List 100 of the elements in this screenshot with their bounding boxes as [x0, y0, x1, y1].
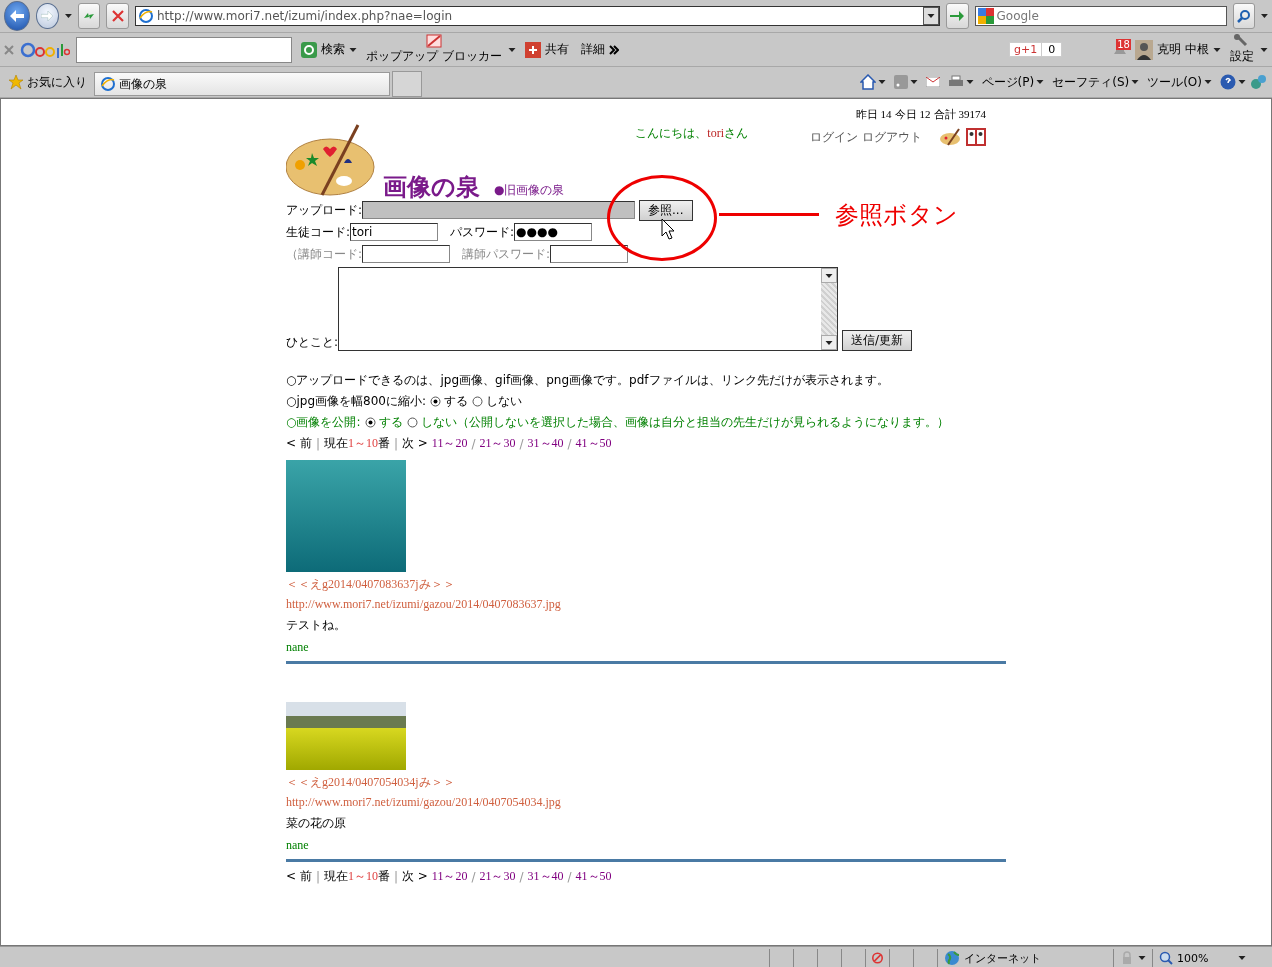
- greeting-text: こんにちは、toriさん: [635, 125, 749, 142]
- old-site-link[interactable]: ●旧画像の泉: [494, 182, 565, 199]
- search-field[interactable]: Google: [974, 6, 1227, 26]
- arrow-icon: [950, 10, 965, 22]
- separator: /: [567, 436, 572, 451]
- forward-button[interactable]: [36, 3, 59, 29]
- teacher-password-field[interactable]: [550, 245, 629, 263]
- popup-blocker-button[interactable]: ポップアップ ブロッカー: [366, 34, 502, 65]
- zoom-icon: [1159, 951, 1173, 965]
- image-url-link[interactable]: http://www.mori7.net/izumi/gazou/2014/0407054034.jpg: [286, 795, 1006, 810]
- radio-option[interactable]: しない（公開しないを選択した場合、画像は自分と担当の先生だけが見られるようになります。）: [406, 415, 949, 430]
- field-label: パスワード:: [450, 223, 515, 241]
- page-icon: [138, 9, 153, 23]
- submit-button[interactable]: 送信/更新: [842, 330, 913, 351]
- auth-link[interactable]: ログアウト: [862, 128, 922, 146]
- more-button[interactable]: 詳細: [577, 39, 622, 60]
- address-bar[interactable]: http://www.mori7.net/izumi/index.php?nae=login: [134, 6, 940, 26]
- search-icon: [1236, 9, 1251, 23]
- page-link[interactable]: 11～20: [431, 868, 468, 885]
- search-button[interactable]: 検索: [298, 39, 360, 60]
- search-button[interactable]: [1232, 3, 1256, 29]
- caret-icon: [1131, 80, 1140, 84]
- student-code-field[interactable]: tori: [350, 223, 439, 241]
- previous-link[interactable]: < 前: [286, 435, 312, 452]
- account-button[interactable]: 克明 中根: [1132, 37, 1224, 62]
- caret-icon: [349, 47, 357, 52]
- mail-icon: [925, 77, 940, 87]
- separator: /: [519, 869, 524, 884]
- separator: /: [471, 869, 476, 884]
- plus-icon: [524, 41, 541, 58]
- refresh-button[interactable]: [77, 3, 101, 29]
- browse-button[interactable]: 参照...: [639, 199, 693, 221]
- field-label: 講師パスワード:: [462, 245, 551, 263]
- people-icon[interactable]: [966, 128, 986, 146]
- avatar-icon: [1135, 39, 1154, 60]
- next-link[interactable]: 次 >: [401, 435, 428, 452]
- settings-button[interactable]: 設定: [1230, 34, 1254, 65]
- notification-button[interactable]: 18: [1114, 42, 1127, 57]
- page-link[interactable]: 21～30: [479, 868, 516, 885]
- go-button[interactable]: [945, 3, 969, 29]
- page-link[interactable]: 21～30: [479, 435, 516, 452]
- option-label: ○画像を公開:: [286, 415, 361, 430]
- command-menu[interactable]: ページ(P): [977, 73, 1049, 91]
- separator: |: [393, 436, 398, 451]
- page-link[interactable]: 31～40: [527, 868, 564, 885]
- image-title-link[interactable]: ＜＜えg2014/0407054034jみ＞＞: [286, 774, 1006, 791]
- caret-icon: [1260, 47, 1268, 52]
- field-label: アップロード:: [286, 201, 363, 219]
- stop-button[interactable]: [106, 3, 129, 29]
- scroll-up-icon: [825, 273, 834, 278]
- zoom-button[interactable]: 100%: [1152, 949, 1252, 967]
- home-icon: [859, 74, 876, 90]
- radio-option[interactable]: しない: [472, 394, 522, 409]
- separator: |: [315, 869, 320, 884]
- blocked-window-icon: [425, 34, 442, 48]
- previous-link[interactable]: < 前: [286, 868, 312, 885]
- separator: /: [519, 436, 524, 451]
- image-url-link[interactable]: http://www.mori7.net/izumi/gazou/2014/0407083637.jpg: [286, 597, 1006, 612]
- comment-field[interactable]: [338, 267, 839, 351]
- image-title-link[interactable]: ＜＜えg2014/0407083637jみ＞＞: [286, 576, 1006, 593]
- caret-icon: [877, 80, 886, 84]
- teacher-code-field[interactable]: [362, 245, 451, 263]
- browser-tab[interactable]: 画像の泉: [94, 72, 390, 96]
- caret-icon: [1204, 80, 1212, 84]
- upload-field[interactable]: [362, 201, 636, 219]
- scroll-down-icon: [825, 340, 834, 345]
- google-search-field[interactable]: [76, 36, 292, 63]
- caret-icon: [1238, 956, 1246, 960]
- separator: |: [315, 436, 320, 451]
- dropdown-caret-icon: [64, 14, 72, 18]
- field-label: 生徒コード:: [286, 223, 351, 241]
- share-button[interactable]: 共有: [521, 39, 572, 60]
- notice-text: ○アップロードできるのは、jpg画像、gif画像、png画像です。pdfファイルは、リンク先だけが表示されます。: [286, 373, 890, 388]
- comment-text: テストね。: [286, 617, 347, 634]
- next-link[interactable]: 次 >: [401, 868, 428, 885]
- page-link[interactable]: 11～20: [431, 435, 468, 452]
- comment-text: 菜の花の原: [286, 815, 347, 832]
- page-link[interactable]: 31～40: [527, 435, 564, 452]
- star-icon: [8, 74, 24, 90]
- command-menu[interactable]: ツール(O): [1143, 73, 1216, 91]
- caret-icon: [1138, 956, 1146, 960]
- caret-icon: [965, 80, 974, 84]
- close-icon: [111, 10, 124, 22]
- caret-icon: [1238, 80, 1246, 84]
- page-link[interactable]: 41～50: [575, 868, 612, 885]
- password-field[interactable]: ●●●●: [514, 223, 593, 241]
- palette-icon[interactable]: [940, 128, 962, 146]
- browser-icon: [101, 77, 115, 91]
- current-range: 現在1～10番: [323, 435, 390, 452]
- plus-one-button[interactable]: g+1 0: [1008, 42, 1063, 57]
- cursor-icon: [661, 218, 675, 240]
- command-menu[interactable]: セーフティ(S): [1048, 73, 1144, 91]
- back-button[interactable]: [4, 1, 31, 31]
- favorites-button[interactable]: お気に入り: [4, 73, 94, 91]
- separator: |: [393, 869, 398, 884]
- auth-link[interactable]: ログイン: [810, 128, 858, 146]
- page-link[interactable]: 41～50: [575, 435, 612, 452]
- radio-option[interactable]: する: [364, 415, 403, 430]
- privacy-icon[interactable]: [872, 951, 883, 965]
- radio-option[interactable]: する: [430, 394, 468, 409]
